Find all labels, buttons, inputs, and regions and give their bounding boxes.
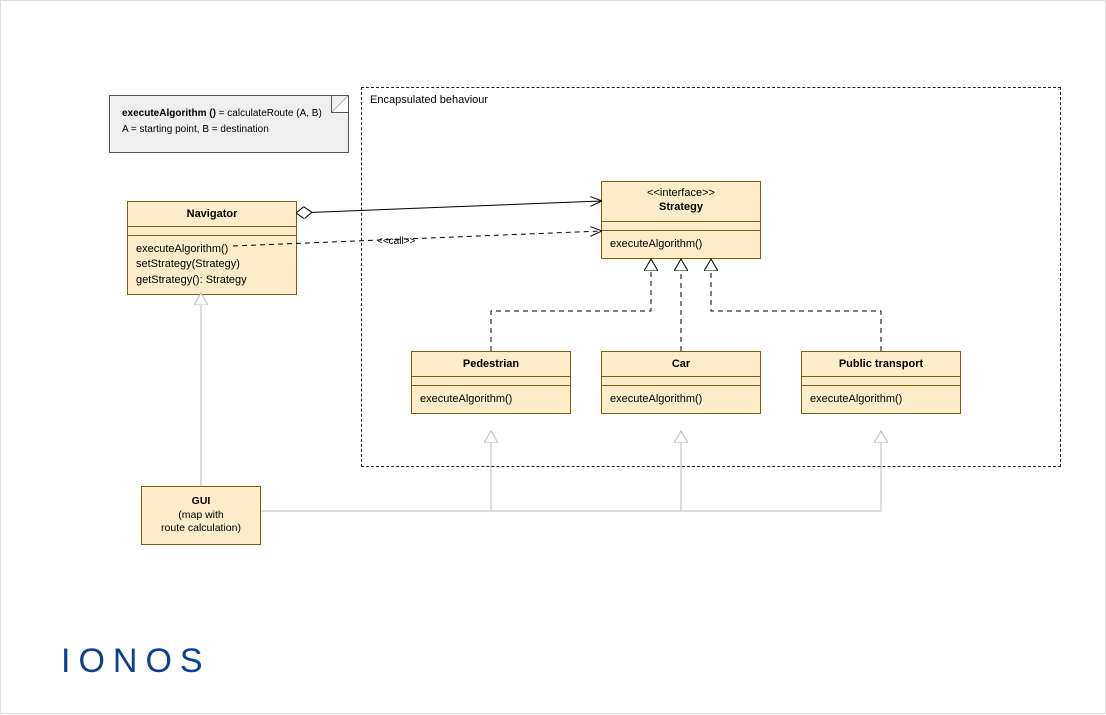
class-car-title: Car <box>602 352 760 377</box>
class-pedestrian-title: Pedestrian <box>412 352 570 377</box>
note-line-1: executeAlgorithm () = calculateRoute (A,… <box>122 106 338 122</box>
class-gui: GUI (map with route calculation) <box>141 486 261 545</box>
gui-title: GUI <box>192 495 211 507</box>
note-line-1-rest: = calculateRoute (A, B) <box>216 108 322 119</box>
class-car: Car executeAlgorithm() <box>601 351 761 414</box>
gui-subtitle-2: route calculation) <box>161 522 241 534</box>
class-public-transport-ops: executeAlgorithm() <box>802 386 960 413</box>
op: executeAlgorithm() <box>420 392 562 407</box>
op: executeAlgorithm() <box>810 392 952 407</box>
class-navigator: Navigator executeAlgorithm() setStrategy… <box>127 201 297 295</box>
class-strategy-header: <<interface>> Strategy <box>602 182 760 222</box>
class-strategy: <<interface>> Strategy executeAlgorithm(… <box>601 181 761 259</box>
class-public-transport-title: Public transport <box>802 352 960 377</box>
class-strategy-title: Strategy <box>606 200 756 214</box>
class-strategy-attr <box>602 222 760 231</box>
class-pedestrian: Pedestrian executeAlgorithm() <box>411 351 571 414</box>
note-line-1-bold: executeAlgorithm () <box>122 108 216 119</box>
diagram-canvas: executeAlgorithm () = calculateRoute (A,… <box>0 0 1106 714</box>
class-navigator-title: Navigator <box>128 202 296 227</box>
stereotype-label: <<interface>> <box>606 186 756 200</box>
brand-logo: IONOS <box>61 642 211 681</box>
class-pedestrian-attr <box>412 377 570 386</box>
class-car-ops: executeAlgorithm() <box>602 386 760 413</box>
note-line-2: A = starting point, B = destination <box>122 122 338 138</box>
call-label: <<call>> <box>377 236 415 247</box>
class-pedestrian-ops: executeAlgorithm() <box>412 386 570 413</box>
class-public-transport: Public transport executeAlgorithm() <box>801 351 961 414</box>
op: executeAlgorithm() <box>136 242 288 257</box>
class-car-attr <box>602 377 760 386</box>
note-box: executeAlgorithm () = calculateRoute (A,… <box>109 95 349 153</box>
encapsulated-frame-title: Encapsulated behaviour <box>370 94 488 106</box>
op: executeAlgorithm() <box>610 237 752 252</box>
gui-subtitle-1: (map with <box>178 509 224 521</box>
class-strategy-ops: executeAlgorithm() <box>602 231 760 258</box>
class-navigator-ops: executeAlgorithm() setStrategy(Strategy)… <box>128 236 296 294</box>
op: getStrategy(): Strategy <box>136 273 288 288</box>
op: executeAlgorithm() <box>610 392 752 407</box>
class-public-transport-attr <box>802 377 960 386</box>
op: setStrategy(Strategy) <box>136 257 288 272</box>
class-navigator-attr <box>128 227 296 236</box>
note-fold-icon <box>331 96 348 113</box>
